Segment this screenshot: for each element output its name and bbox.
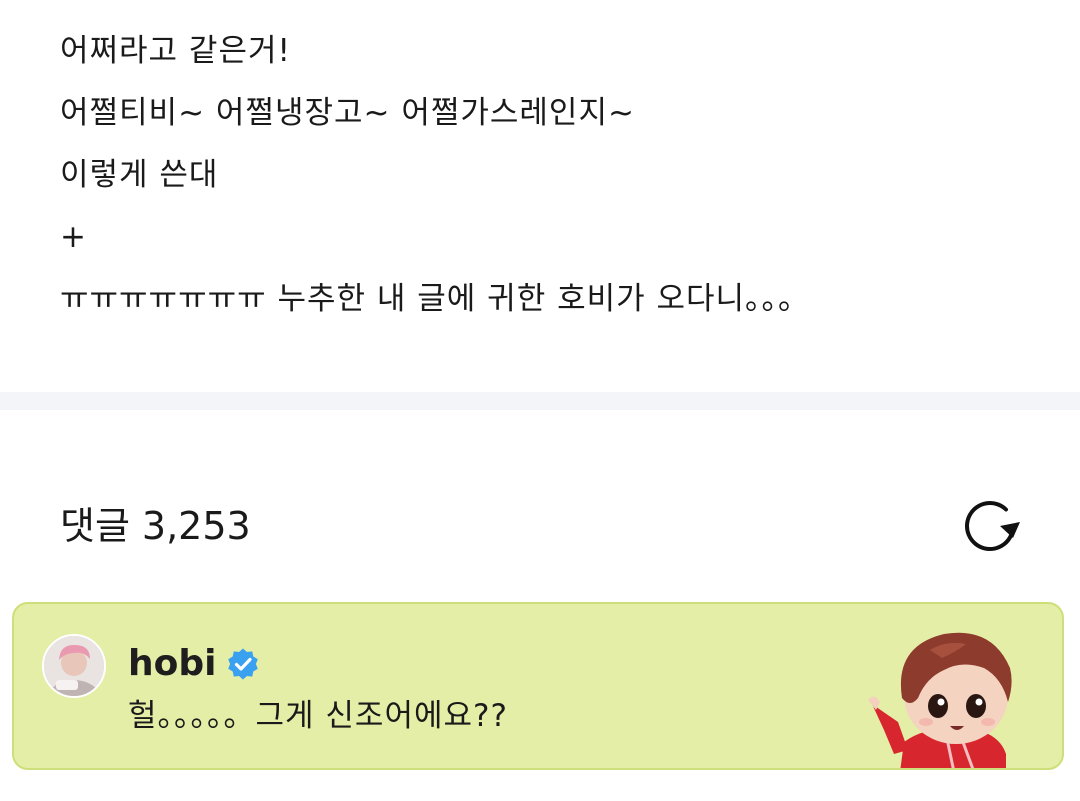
comment-text: 헐。。。。。그게 신조어에요?? xyxy=(128,698,508,734)
comments-title-label: 댓글 xyxy=(60,504,130,548)
section-divider xyxy=(0,392,1080,410)
author-name[interactable]: hobi xyxy=(128,640,216,688)
post-line-4: + xyxy=(60,219,87,255)
post-line-2: 어쩔티비~ 어쩔냉장고~ 어쩔가스레인지~ xyxy=(60,95,635,131)
featured-comment-card[interactable]: hobi 헐。。。。。그게 신조어에요?? xyxy=(12,602,1064,770)
refresh-icon xyxy=(965,501,1020,552)
post-body: 어쩌라고 같은거! 어쩔티비~ 어쩔냉장고~ 어쩔가스레인지~ 이렇게 쓴대 +… xyxy=(60,20,1040,330)
character-sticker-icon xyxy=(868,632,1012,768)
comments-header: 댓글 3,253 xyxy=(60,496,1030,556)
verified-badge-icon xyxy=(228,648,259,680)
screen: 어쩌라고 같은거! 어쩔티비~ 어쩔냉장고~ 어쩔가스레인지~ 이렇게 쓴대 +… xyxy=(0,0,1080,801)
avatar-image xyxy=(44,636,104,696)
post-line-3: 이렇게 쓴대 xyxy=(60,157,219,193)
post-line-5: ㅠㅠㅠㅠㅠㅠㅠ 누추한 내 글에 귀한 호비가 오다니。。。 xyxy=(60,281,811,317)
comments-count: 3,253 xyxy=(141,504,251,548)
post-line-1: 어쩌라고 같은거! xyxy=(60,33,291,69)
author-row: hobi xyxy=(128,640,260,688)
comments-title: 댓글 3,253 xyxy=(60,496,251,556)
avatar[interactable] xyxy=(42,634,106,698)
refresh-button[interactable] xyxy=(960,498,1022,554)
